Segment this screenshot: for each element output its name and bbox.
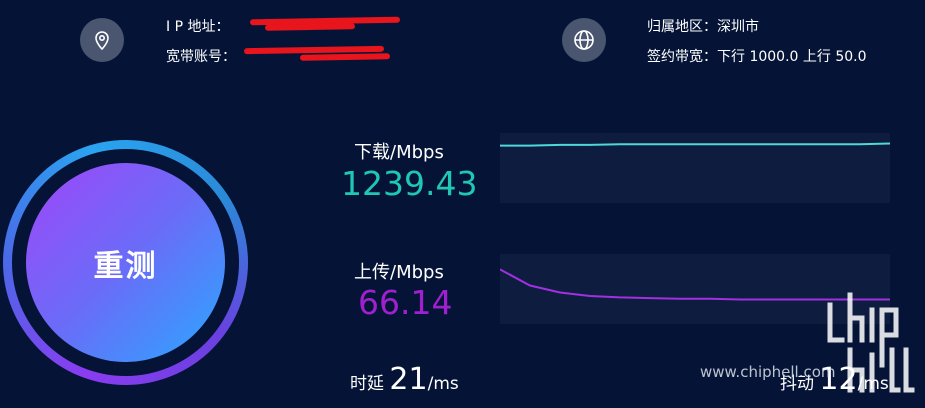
download-chart xyxy=(500,133,890,203)
bandwidth-text: 签约带宽：下行 1000.0 上行 50.0 xyxy=(647,49,867,65)
latency-value: 21 xyxy=(389,362,428,397)
upload-label: 上传/Mbps xyxy=(354,262,444,283)
location-pin-icon xyxy=(80,18,124,62)
globe-icon xyxy=(562,18,606,62)
download-value: 1239.43 xyxy=(341,164,478,203)
download-svg xyxy=(500,142,890,147)
ip-redaction-2 xyxy=(264,23,356,31)
chiphell-logo xyxy=(827,292,915,393)
account-label: 宽带账号： xyxy=(166,49,236,65)
watermark-url: www.chiphell.com xyxy=(700,363,836,381)
upload-value: 66.14 xyxy=(358,283,453,322)
latency-readout: 时延 21/ms xyxy=(350,362,459,397)
region-text: 归属地区：深圳市 xyxy=(647,19,759,35)
speed-test-panel: I P 地址： 宽带账号： 归属地区：深圳市 签约带宽：下行 1000.0 上行… xyxy=(0,0,925,408)
latency-label: 时延 xyxy=(350,374,384,394)
retest-label: 重测 xyxy=(93,248,158,284)
retest-button[interactable]: 重测 xyxy=(26,163,225,362)
download-line xyxy=(500,142,890,147)
latency-unit: /ms xyxy=(427,374,459,394)
ip-address-label: I P 地址： xyxy=(166,19,230,35)
download-label: 下载/Mbps xyxy=(354,142,444,163)
account-redaction-2 xyxy=(299,53,391,61)
